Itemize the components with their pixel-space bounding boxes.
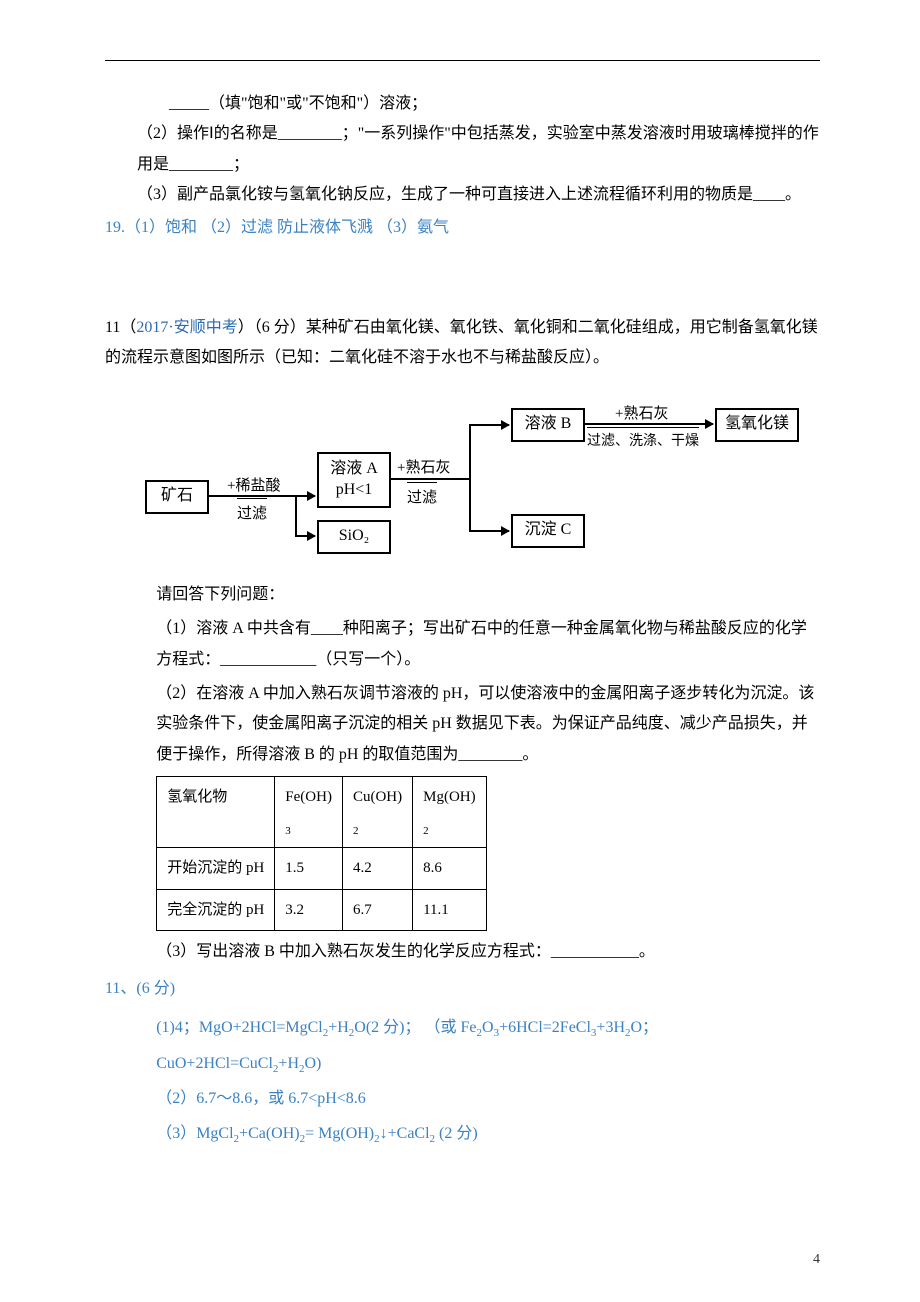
td: 4.2	[342, 848, 412, 890]
page: _____（填"饱和"或"不饱和"）溶液； （2）操作Ⅰ的名称是________…	[0, 0, 920, 1302]
label-lime2: +熟石灰	[615, 400, 668, 429]
table-row: 开始沉淀的 pH 1.5 4.2 8.6	[157, 848, 486, 890]
label: 沉淀 C	[525, 520, 572, 541]
intro-line2: （2）操作Ⅰ的名称是________；"一系列操作"中包括蒸发，实验室中蒸发溶液…	[137, 119, 820, 180]
q11-p1: （1）溶液 A 中共含有____种阳离子；写出矿石中的任意一种金属氧化物与稀盐酸…	[156, 614, 820, 675]
ans-line1: (1)4；MgO+2HCl=MgCl2+H2O(2 分)； （或 Fe2O3+6…	[156, 1010, 820, 1081]
table-row: 完全沉淀的 pH 3.2 6.7 11.1	[157, 889, 486, 931]
th: Mg(OH) 2	[413, 777, 487, 848]
line	[469, 424, 471, 532]
t: （或 Fe	[425, 1019, 477, 1036]
td: 3.2	[275, 889, 343, 931]
t: (1)4；MgO+2HCl=MgCl	[156, 1019, 323, 1036]
q11-header: 11（2017·安顺中考）（6 分）某种矿石由氧化镁、氧化铁、氧化铜和二氧化硅组…	[105, 313, 820, 374]
intro-line3: （3）副产品氯化铵与氢氧化钠反应，生成了一种可直接进入上述流程循环利用的物质是_…	[137, 180, 820, 210]
q11-num: 11（	[105, 319, 136, 336]
text: 19.（1）饱和 （2）过滤 防止液体飞溅 （3）氨气	[105, 219, 449, 236]
t: (2 分)	[435, 1125, 478, 1142]
arrow	[469, 424, 509, 426]
label-filter2: 过滤	[407, 482, 437, 513]
t: （3）MgCl	[156, 1125, 233, 1142]
td: 11.1	[413, 889, 487, 931]
q11-source: 2017·安顺中考	[136, 319, 237, 336]
t: +6HCl=2FeCl	[499, 1019, 591, 1036]
box-sio2: SiO₂	[317, 520, 391, 554]
ans-line2: （2）6.7～8.6，或 6.7<pH<8.6	[156, 1081, 820, 1116]
label: 溶液 A	[330, 460, 378, 477]
text: （3）副产品氯化铵与氢氧化钠反应，生成了一种可直接进入上述流程循环利用的物质是_…	[137, 186, 801, 203]
intro-line1: _____（填"饱和"或"不饱和"）溶液；	[137, 89, 820, 119]
th: Fe(OH) 3	[275, 777, 343, 848]
q11-p3-wrap: （3）写出溶液 B 中加入熟石灰发生的化学反应方程式：___________。	[105, 937, 820, 967]
sub: 3	[285, 825, 291, 837]
q11-p2: （2）在溶液 A 中加入熟石灰调节溶液的 pH，可以使溶液中的金属阳离子逐步转化…	[156, 679, 820, 770]
intro-block: _____（填"饱和"或"不饱和"）溶液； （2）操作Ⅰ的名称是________…	[105, 89, 820, 211]
ans-line3: （3）MgCl2+Ca(OH)2= Mg(OH)2↓+CaCl2 (2 分)	[156, 1116, 820, 1151]
page-number: 4	[813, 1247, 820, 1274]
label: SiO₂	[339, 526, 369, 547]
ph-table: 氢氧化物 Fe(OH) 3 Cu(OH) 2 Mg(OH) 2 开始沉淀的 pH 1.…	[156, 776, 486, 931]
td: 1.5	[275, 848, 343, 890]
td: 8.6	[413, 848, 487, 890]
text: _____（填"饱和"或"不饱和"）溶液；	[169, 95, 427, 112]
text: （2）操作Ⅰ的名称是________；"一系列操作"中包括蒸发，实验室中蒸发溶液…	[137, 125, 819, 172]
th: Cu(OH) 2	[342, 777, 412, 848]
t: ↓+CaCl	[380, 1125, 430, 1142]
t: +3H	[596, 1019, 625, 1036]
label-lime: +熟石灰	[397, 454, 450, 483]
box-precipitate-c: 沉淀 C	[511, 514, 585, 548]
td: 开始沉淀的 pH	[157, 848, 275, 890]
label: 矿石	[161, 486, 193, 507]
t: O(2 分)；	[354, 1019, 420, 1036]
answer-19: 19.（1）饱和 （2）过滤 防止液体飞溅 （3）氨气	[105, 213, 820, 243]
label: 氢氧化镁	[725, 414, 789, 435]
box-mgoh: 氢氧化镁	[715, 408, 799, 442]
box-solution-a: 溶液 A pH<1	[317, 452, 391, 508]
t: +H	[328, 1019, 349, 1036]
arrow	[469, 530, 509, 532]
label: pH<1	[336, 481, 373, 498]
label-step3: 过滤、洗涤、干燥	[587, 427, 699, 456]
label-hcl: +稀盐酸	[227, 472, 280, 501]
prompt: 请回答下列问题：	[156, 580, 820, 610]
answer-11-head: 11、(6 分)	[105, 974, 820, 1004]
flow-diagram: 矿石 +稀盐酸 过滤 溶液 ApH<1 SiO₂ +熟石灰 过滤 溶液 B 沉淀	[145, 392, 820, 572]
th: 氢氧化物	[157, 777, 275, 848]
line	[295, 495, 297, 535]
t: O)	[305, 1055, 322, 1072]
q11-body: 请回答下列问题： （1）溶液 A 中共含有____种阳离子；写出矿石中的任意一种…	[105, 580, 820, 770]
t: +Ca(OH)	[239, 1125, 300, 1142]
sub: 2	[353, 825, 359, 837]
table-row: 氢氧化物 Fe(OH) 3 Cu(OH) 2 Mg(OH) 2	[157, 777, 486, 848]
answer-11-body: (1)4；MgO+2HCl=MgCl2+H2O(2 分)； （或 Fe2O3+6…	[105, 1010, 820, 1151]
t: = Mg(OH)	[305, 1125, 374, 1142]
q11-p3: （3）写出溶液 B 中加入熟石灰发生的化学反应方程式：___________。	[156, 937, 820, 967]
text: Fe(OH)	[285, 789, 332, 805]
td: 6.7	[342, 889, 412, 931]
label-filter: 过滤	[237, 498, 267, 529]
td: 完全沉淀的 pH	[157, 889, 275, 931]
box-ore: 矿石	[145, 480, 209, 514]
sub: 2	[423, 825, 429, 837]
t: +H	[278, 1055, 299, 1072]
top-rule	[105, 60, 820, 61]
arrow	[295, 535, 315, 537]
text: Mg(OH)	[423, 789, 476, 805]
text: Cu(OH)	[353, 789, 402, 805]
box-solution-b: 溶液 B	[511, 408, 585, 442]
t: O	[482, 1019, 494, 1036]
label: 溶液 B	[525, 414, 572, 435]
